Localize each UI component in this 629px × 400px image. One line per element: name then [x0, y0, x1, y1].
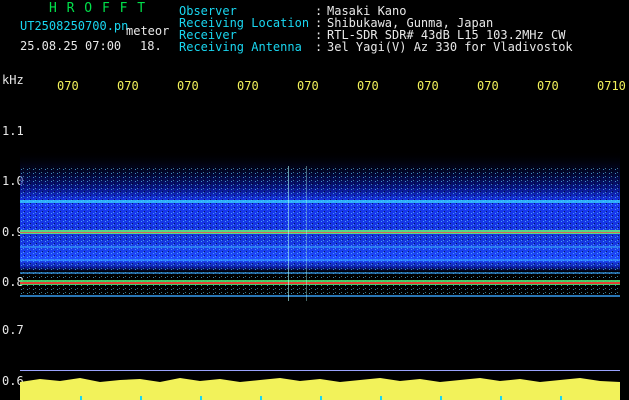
time-tick-10: 0710	[597, 79, 626, 93]
time-tick-2: 070	[117, 79, 139, 93]
time-tick-9: 070	[537, 79, 559, 93]
time-tick-6: 070	[357, 79, 379, 93]
antenna-sep: :	[315, 40, 323, 54]
time-tick-8: 070	[477, 79, 499, 93]
antenna-value: 3el Yagi(V) Az 330 for Vladivostok	[327, 40, 573, 54]
datetime-label: 25.08.25 07:00	[20, 39, 122, 53]
time-tick-7: 070	[417, 79, 439, 93]
file-name: UT2508250700.pn	[20, 19, 129, 33]
counter-label: 18.	[140, 39, 162, 53]
time-tick-1: 070	[57, 79, 79, 93]
time-tick-4: 070	[237, 79, 259, 93]
meteor-tag: meteor	[126, 24, 170, 38]
time-tick-3: 070	[177, 79, 199, 93]
amplitude-strip	[20, 370, 620, 400]
spectrogram	[20, 151, 620, 311]
antenna-label: Receiving Antenna	[179, 40, 302, 54]
time-tick-5: 070	[297, 79, 319, 93]
unit-label: kHz	[2, 73, 24, 87]
app-title: H R O F F T	[49, 1, 147, 16]
